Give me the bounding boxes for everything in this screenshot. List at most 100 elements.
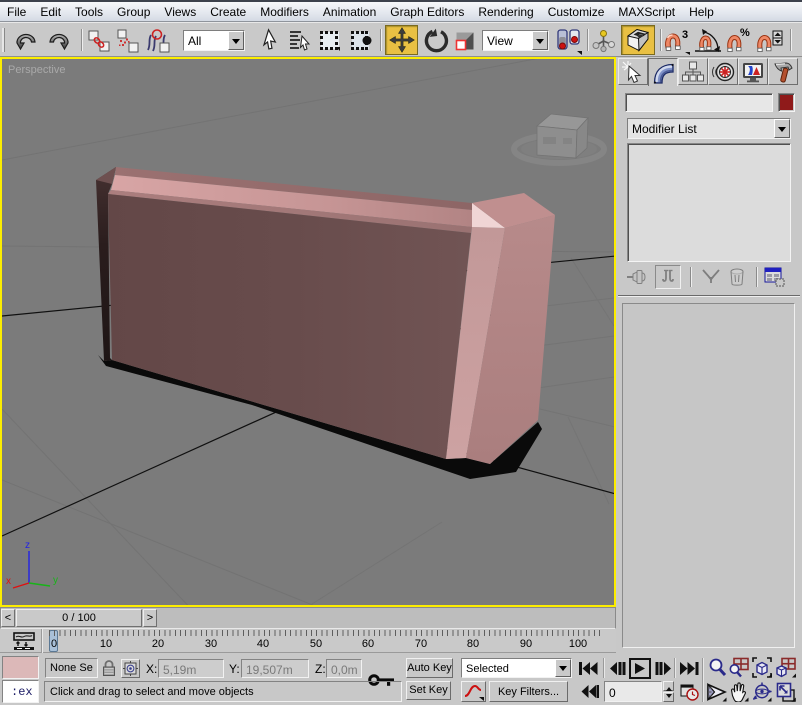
- zoom-icon[interactable]: [708, 658, 726, 677]
- select-and-uniform-scale-button[interactable]: [453, 26, 477, 55]
- track-bar[interactable]: 0 10 20 30 40 50 60 70 80 90 100: [0, 629, 616, 653]
- viewport-label[interactable]: Perspective: [8, 64, 65, 76]
- tab-utilities[interactable]: [768, 58, 798, 85]
- show-end-result-button[interactable]: [655, 265, 681, 289]
- menu-customize[interactable]: Customize: [541, 3, 612, 21]
- undo-button[interactable]: [12, 26, 40, 55]
- zoom-extents-icon[interactable]: [752, 657, 772, 678]
- play-icon: [634, 662, 646, 675]
- arc-rotate-icon[interactable]: [752, 682, 772, 702]
- next-frame-icon[interactable]: [655, 661, 672, 676]
- auto-key-button[interactable]: Auto Key: [406, 658, 453, 678]
- key-mode-toggle-icon[interactable]: [580, 684, 599, 699]
- current-frame-field[interactable]: 0: [604, 681, 662, 702]
- selection-set-combo[interactable]: Selected: [461, 658, 572, 678]
- coordinate-system-dropdown-arrow[interactable]: [532, 31, 548, 50]
- configure-modifier-sets-icon[interactable]: [764, 267, 785, 287]
- menu-tools[interactable]: Tools: [68, 3, 110, 21]
- time-slider-thumb[interactable]: 0 / 100: [16, 609, 142, 627]
- go-to-end-icon[interactable]: [679, 661, 699, 676]
- coordinate-system-combo[interactable]: View: [482, 30, 549, 51]
- display-tab-icon: [741, 60, 765, 84]
- select-and-manipulate-button[interactable]: [592, 26, 616, 55]
- rollout-area[interactable]: [622, 303, 795, 648]
- selection-filter-value: All: [184, 31, 228, 50]
- toolbar-separator: [660, 29, 662, 51]
- tab-motion[interactable]: [708, 58, 738, 85]
- menu-edit[interactable]: Edit: [33, 3, 68, 21]
- menu-group[interactable]: Group: [110, 3, 157, 21]
- default-in-out-tangents-button[interactable]: [461, 681, 486, 702]
- menu-create[interactable]: Create: [203, 3, 253, 21]
- keyboard-shortcut-override-button[interactable]: [621, 25, 655, 55]
- spinner-snap-toggle-button[interactable]: [756, 26, 784, 55]
- make-unique-icon[interactable]: [700, 268, 722, 286]
- menu-graph-editors[interactable]: Graph Editors: [383, 3, 471, 21]
- menu-views[interactable]: Views: [157, 3, 203, 21]
- y-coordinate-field[interactable]: 19,507m: [241, 659, 309, 678]
- menu-maxscript[interactable]: MAXScript: [611, 3, 682, 21]
- object-name-field[interactable]: [625, 93, 773, 112]
- previous-frame-icon[interactable]: [609, 661, 626, 676]
- snaps-toggle-button[interactable]: 3: [663, 26, 691, 55]
- selection-set-dropdown-arrow[interactable]: [555, 659, 571, 677]
- select-and-rotate-button[interactable]: [423, 26, 449, 55]
- tab-display[interactable]: [738, 58, 768, 85]
- command-panel: Modifier List: [616, 57, 802, 653]
- select-object-button[interactable]: [258, 26, 282, 55]
- toolbar-grip[interactable]: [2, 28, 8, 52]
- select-and-move-button[interactable]: [385, 25, 418, 55]
- play-animation-button[interactable]: [629, 658, 651, 679]
- bind-to-space-warp-button[interactable]: [144, 26, 172, 55]
- menu-help[interactable]: Help: [682, 3, 721, 21]
- tab-hierarchy[interactable]: [678, 58, 708, 85]
- redo-button[interactable]: [45, 26, 73, 55]
- select-by-name-button[interactable]: [287, 26, 313, 55]
- frame-spinner[interactable]: [663, 681, 674, 702]
- time-slider-prev-button[interactable]: <: [1, 609, 15, 627]
- menu-animation[interactable]: Animation: [316, 3, 383, 21]
- modifier-list-combo[interactable]: Modifier List: [627, 118, 791, 139]
- angle-snap-toggle-button[interactable]: [694, 26, 722, 55]
- select-and-link-button[interactable]: [86, 26, 112, 55]
- selection-lock-icon[interactable]: [102, 660, 116, 677]
- percent-snap-toggle-button[interactable]: %: [725, 26, 753, 55]
- pan-hand-icon[interactable]: [729, 682, 749, 702]
- tab-modify[interactable]: [648, 58, 678, 86]
- selection-filter-combo[interactable]: All: [183, 30, 245, 51]
- tab-create[interactable]: [618, 58, 648, 85]
- selection-filter-dropdown-arrow[interactable]: [228, 31, 244, 50]
- key-filters-button[interactable]: Key Filters...: [489, 681, 568, 702]
- use-pivot-point-center-button[interactable]: [556, 26, 582, 55]
- pin-stack-icon[interactable]: [627, 268, 647, 286]
- maxscript-macro-recorder[interactable]: [2, 656, 39, 679]
- menu-modifiers[interactable]: Modifiers: [253, 3, 316, 21]
- modifier-list-dropdown-arrow[interactable]: [774, 119, 790, 138]
- unlink-selection-icon: [116, 28, 140, 54]
- perspective-viewport[interactable]: Perspective z x y: [0, 57, 616, 607]
- z-coordinate-field[interactable]: 0,0m: [326, 659, 362, 678]
- maxscript-mini-listener[interactable]: :ex: [2, 680, 39, 703]
- field-of-view-icon[interactable]: [707, 682, 727, 702]
- window-crossing-button[interactable]: [348, 26, 374, 55]
- zoom-all-icon[interactable]: [729, 657, 749, 678]
- set-key-button[interactable]: Set Key: [406, 681, 451, 700]
- playback-separator: [603, 658, 604, 678]
- absolute-mode-transform-button[interactable]: [121, 659, 140, 678]
- zoom-extents-all-icon[interactable]: [776, 657, 796, 678]
- time-slider[interactable]: < 0 / 100 >: [0, 607, 616, 629]
- remove-modifier-icon[interactable]: [728, 267, 746, 287]
- axis-y-label: y: [53, 575, 58, 586]
- time-configuration-icon[interactable]: [680, 682, 699, 701]
- go-to-start-icon[interactable]: [578, 661, 598, 676]
- object-color-swatch[interactable]: [778, 93, 795, 112]
- rectangular-selection-region-button[interactable]: [317, 26, 343, 55]
- open-mini-curve-editor-icon[interactable]: [13, 632, 35, 650]
- time-slider-next-button[interactable]: >: [143, 609, 157, 627]
- x-coordinate-field[interactable]: 5,19m: [158, 659, 224, 678]
- unlink-selection-button[interactable]: [115, 26, 141, 55]
- menu-file[interactable]: File: [0, 3, 33, 21]
- menu-rendering[interactable]: Rendering: [471, 3, 540, 21]
- min-max-toggle-icon[interactable]: [776, 682, 796, 702]
- modifier-stack-list[interactable]: [627, 143, 791, 262]
